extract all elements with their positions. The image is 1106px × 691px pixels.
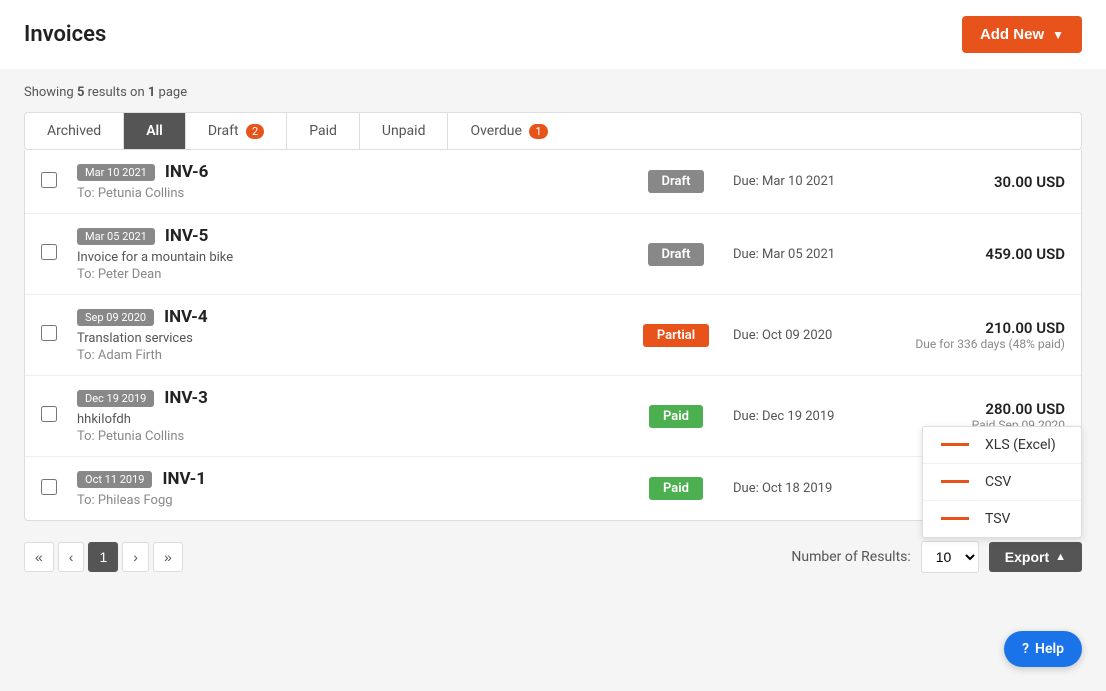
export-csv-option[interactable]: CSV (923, 464, 1081, 501)
status-badge-inv6: Draft (648, 170, 705, 193)
chevron-up-icon: ▲ (1055, 551, 1066, 563)
export-dropdown: XLS (Excel) CSV TSV (922, 426, 1082, 538)
amount-inv5: 459.00 USD (905, 245, 1065, 263)
invoice-number-inv5[interactable]: INV-5 (165, 226, 209, 246)
invoice-to-inv5: To: Peter Dean (77, 267, 619, 282)
amount-inv4: 210.00 USD (905, 319, 1065, 337)
last-page-button[interactable]: » (153, 542, 183, 572)
tab-draft[interactable]: Draft 2 (186, 113, 287, 149)
csv-arrow-icon (941, 480, 969, 483)
table-row: Mar 10 2021 INV-6 To: Petunia Collins Dr… (25, 150, 1081, 214)
xls-arrow-icon (941, 443, 969, 446)
table-row: Sep 09 2020 INV-4 Translation services T… (25, 295, 1081, 376)
status-badge-inv3: Paid (649, 405, 703, 428)
invoice-description-inv4: Translation services (77, 331, 619, 346)
results-select[interactable]: 10 25 50 (921, 541, 979, 573)
current-page-button[interactable]: 1 (88, 542, 118, 572)
invoice-number-inv6[interactable]: INV-6 (165, 162, 209, 182)
tab-archived[interactable]: Archived (25, 113, 124, 149)
date-badge-inv4: Sep 09 2020 (77, 309, 154, 326)
invoice-to-inv4: To: Adam Firth (77, 348, 619, 363)
status-badge-inv1: Paid (649, 477, 703, 500)
invoice-number-inv1[interactable]: INV-1 (162, 469, 206, 489)
tsv-label: TSV (985, 511, 1010, 527)
prev-page-button[interactable]: ‹ (58, 542, 85, 572)
amount-sub-inv4: Due for 336 days (48% paid) (905, 337, 1065, 351)
invoice-number-inv3[interactable]: INV-3 (164, 388, 208, 408)
export-label: Export (1005, 549, 1049, 565)
amount-inv3: 280.00 USD (905, 400, 1065, 418)
due-date-inv5: Due: Mar 05 2021 (733, 247, 893, 262)
invoice-description-inv3: hhkiIofdh (77, 412, 619, 427)
export-area: Number of Results: 10 25 50 Export ▲ XLS… (791, 541, 1082, 573)
first-page-button[interactable]: « (24, 542, 54, 572)
help-circle-icon: ? (1022, 641, 1029, 657)
help-label: Help (1035, 641, 1064, 657)
add-new-label: Add New (980, 26, 1044, 43)
row-checkbox-inv3[interactable] (41, 406, 57, 422)
due-date-inv3: Due: Dec 19 2019 (733, 409, 893, 424)
help-button[interactable]: ? Help (1004, 631, 1082, 667)
results-label: Number of Results: (791, 549, 910, 565)
tsv-arrow-icon (941, 517, 969, 520)
invoice-number-inv4[interactable]: INV-4 (164, 307, 208, 327)
status-badge-inv4: Partial (643, 324, 709, 347)
export-xls-option[interactable]: XLS (Excel) (923, 427, 1081, 464)
row-checkbox-inv6[interactable] (41, 172, 57, 188)
amount-inv6: 30.00 USD (905, 173, 1065, 191)
date-badge-inv3: Dec 19 2019 (77, 390, 154, 407)
invoice-to-inv3: To: Petunia Collins (77, 429, 619, 444)
next-page-button[interactable]: › (122, 542, 149, 572)
xls-label: XLS (Excel) (985, 437, 1056, 453)
invoice-to-inv1: To: Phileas Fogg (77, 493, 619, 508)
page-title: Invoices (24, 22, 106, 47)
tab-overdue[interactable]: Overdue 1 (448, 113, 569, 149)
draft-badge: 2 (246, 124, 264, 139)
tab-all[interactable]: All (124, 113, 186, 149)
pagination: « ‹ 1 › » (24, 542, 183, 572)
chevron-down-icon: ▼ (1052, 28, 1064, 42)
row-checkbox-inv4[interactable] (41, 325, 57, 341)
csv-label: CSV (985, 474, 1011, 490)
due-date-inv4: Due: Oct 09 2020 (733, 328, 893, 343)
tab-unpaid[interactable]: Unpaid (360, 113, 449, 149)
date-badge-inv5: Mar 05 2021 (77, 228, 155, 245)
export-tsv-option[interactable]: TSV (923, 501, 1081, 537)
export-button[interactable]: Export ▲ (989, 542, 1082, 572)
invoice-to-inv6: To: Petunia Collins (77, 186, 619, 201)
row-checkbox-inv1[interactable] (41, 479, 57, 495)
overdue-badge: 1 (529, 124, 547, 139)
tab-paid[interactable]: Paid (287, 113, 360, 149)
date-badge-inv1: Oct 11 2019 (77, 471, 152, 488)
invoice-description-inv5: Invoice for a mountain bike (77, 250, 619, 265)
status-badge-inv5: Draft (648, 243, 705, 266)
add-new-button[interactable]: Add New ▼ (962, 16, 1082, 53)
results-info: Showing 5 results on 1 page (24, 85, 1082, 100)
row-checkbox-inv5[interactable] (41, 244, 57, 260)
tabs-row: Archived All Draft 2 Paid Unpaid Overdue… (24, 112, 1082, 150)
table-row: Mar 05 2021 INV-5 Invoice for a mountain… (25, 214, 1081, 295)
due-date-inv6: Due: Mar 10 2021 (733, 174, 893, 189)
date-badge-inv6: Mar 10 2021 (77, 164, 155, 181)
due-date-inv1: Due: Oct 18 2019 (733, 481, 893, 496)
